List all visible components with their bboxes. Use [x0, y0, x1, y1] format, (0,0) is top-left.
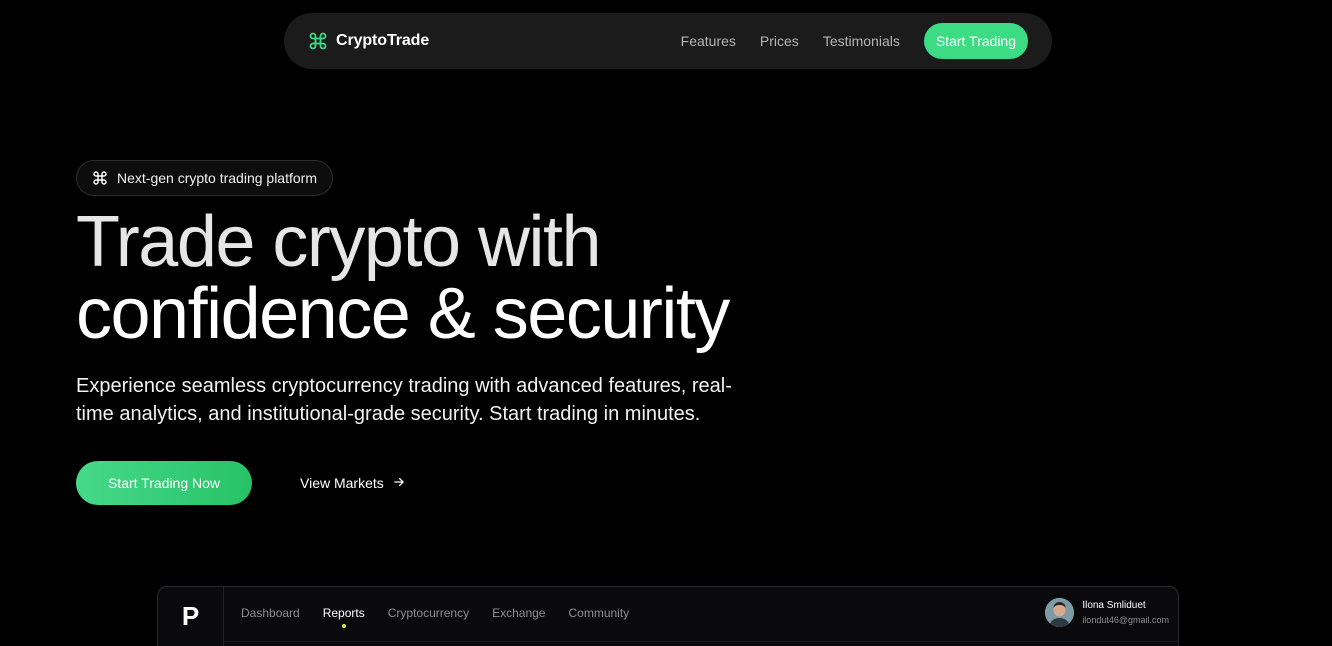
user-email: ilondut46@gmail.com	[1082, 614, 1169, 625]
preview-tabs: Dashboard Reports Cryptocurrency Exchang…	[241, 606, 629, 628]
start-trading-button[interactable]: Start Trading	[923, 23, 1028, 59]
preview-tab-community[interactable]: Community	[568, 606, 629, 620]
preview-user-info: Ilona Smliduet ilondut46@gmail.com	[1082, 599, 1169, 627]
command-icon	[308, 31, 328, 51]
preview-tab-reports[interactable]: Reports	[323, 606, 365, 628]
dashboard-preview: P Dashboard Reports Cryptocurrency Excha…	[157, 586, 1179, 646]
command-icon	[92, 170, 108, 186]
hero-title-line-2: confidence & security	[76, 274, 730, 354]
start-trading-now-button[interactable]: Start Trading Now	[76, 461, 252, 505]
active-tab-indicator	[341, 624, 346, 628]
nav-link-prices[interactable]: Prices	[760, 33, 799, 49]
hero-badge-label: Next-gen crypto trading platform	[117, 170, 317, 186]
brand-name: CryptoTrade	[336, 32, 430, 49]
preview-divider	[224, 641, 1178, 642]
view-markets-link[interactable]: View Markets	[300, 461, 406, 505]
user-name: Ilona Smliduet	[1082, 599, 1146, 611]
preview-tab-exchange[interactable]: Exchange	[492, 606, 545, 620]
hero-title-line-1: Trade crypto with	[76, 202, 602, 282]
view-markets-label: View Markets	[300, 475, 384, 491]
landing-page: CryptoTrade Features Prices Testimonials…	[0, 0, 1332, 646]
preview-tab-dashboard[interactable]: Dashboard	[241, 606, 300, 620]
preview-logo: P	[181, 601, 200, 631]
nav-link-testimonials[interactable]: Testimonials	[823, 33, 900, 49]
nav-links: Features Prices Testimonials Start Tradi…	[681, 23, 1028, 59]
preview-user-profile[interactable]: Ilona Smliduet ilondut46@gmail.com	[1045, 598, 1169, 627]
hero-subtitle: Experience seamless cryptocurrency tradi…	[76, 375, 732, 425]
brand[interactable]: CryptoTrade	[308, 31, 429, 51]
top-navbar: CryptoTrade Features Prices Testimonials…	[284, 13, 1052, 69]
avatar	[1045, 598, 1075, 627]
preview-logo-column: P	[158, 587, 224, 646]
preview-tab-cryptocurrency[interactable]: Cryptocurrency	[388, 606, 469, 620]
hero-title: Trade crypto with confidence & security	[76, 206, 836, 350]
nav-link-features[interactable]: Features	[681, 33, 736, 49]
hero-badge: Next-gen crypto trading platform	[76, 160, 333, 196]
arrow-right-icon	[392, 475, 406, 492]
